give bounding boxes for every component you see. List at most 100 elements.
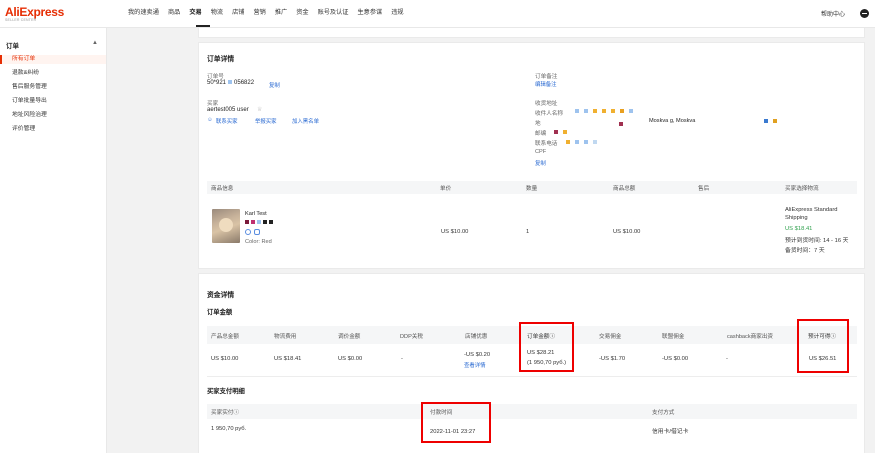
sidebar-item-refunds[interactable]: 退款&纠纷 xyxy=(0,69,106,78)
sidebar-item-address-risk[interactable]: 地址风险治理 xyxy=(0,111,106,120)
funds-divider xyxy=(207,376,857,377)
recipient-label: 收件人名称 xyxy=(535,111,563,117)
product-table-header: 商品信息 单价 数量 商品总额 售后 买家选择物流 xyxy=(207,181,857,194)
product-sku-redacted xyxy=(245,220,278,226)
th-buyer-paid: 买家实付ⓘ xyxy=(211,410,239,416)
report-buyer-link[interactable]: 举报买家 xyxy=(255,117,277,125)
remark-label: 订单备注 xyxy=(535,74,558,80)
funds-ddp-tax: - xyxy=(401,356,403,362)
main-content: 订单详情 订单号 50*921 056822 复制 买家 aertest005 u… xyxy=(107,28,875,453)
highlight-estimated-income xyxy=(797,319,849,373)
aliexpress-logo[interactable]: AliExpress SELLER CENTER xyxy=(5,6,64,22)
nav-store[interactable]: 店铺 xyxy=(232,9,244,17)
sidebar-item-aftersales[interactable]: 售后服务管理 xyxy=(0,83,106,92)
main-nav: 我的速卖通 商品 交易 物流 店铺 营销 推广 资金 账号及认证 生意参谋 违规 xyxy=(128,9,413,17)
cpf-label: CPF xyxy=(535,149,547,155)
chevron-up-icon[interactable]: ▲ xyxy=(92,40,98,46)
top-bar: AliExpress SELLER CENTER 我的速卖通 商品 交易 物流 … xyxy=(0,0,875,28)
nav-marketing[interactable]: 营销 xyxy=(253,9,265,17)
nav-logistics[interactable]: 物流 xyxy=(211,9,223,17)
nav-products[interactable]: 商品 xyxy=(168,9,180,17)
order-detail-card: 订单详情 订单号 50*921 056822 复制 买家 aertest005 u… xyxy=(198,42,865,269)
th-shipping-fee: 物流费用 xyxy=(274,334,297,340)
nav-violations[interactable]: 违规 xyxy=(391,9,403,17)
zip-label: 邮编 xyxy=(535,131,547,137)
contact-buyer-link[interactable]: 联系买家 xyxy=(216,117,238,125)
sidebar: 订单 ▲ 所有订单 退款&纠纷 售后服务管理 订单批量导出 地址风险治理 评价管… xyxy=(0,28,107,453)
product-total: US $10.00 xyxy=(613,229,641,235)
highlight-payment-time xyxy=(421,402,491,443)
th-product-amount: 产品总金额 xyxy=(211,334,239,340)
th-aftersales: 售后 xyxy=(698,186,710,192)
sidebar-item-reviews[interactable]: 评价管理 xyxy=(0,125,106,134)
order-detail-title: 订单详情 xyxy=(207,56,235,63)
nav-promotion[interactable]: 推广 xyxy=(275,9,287,17)
th-store-discount: 店铺优惠 xyxy=(465,334,488,340)
th-transaction-fee: 交易佣金 xyxy=(599,334,622,340)
funds-affiliate-fee: -US $0.00 xyxy=(662,356,689,362)
th-quantity: 数量 xyxy=(526,186,538,192)
blacklist-buyer-link[interactable]: 加入黑名单 xyxy=(292,117,319,125)
order-no-label: 订单号 xyxy=(207,74,224,80)
sidebar-title[interactable]: 订单 xyxy=(6,40,19,50)
nav-account[interactable]: 账号及认证 xyxy=(318,9,349,17)
nav-business-advisor[interactable]: 生意参谋 xyxy=(358,9,383,17)
th-product-info: 商品信息 xyxy=(211,186,234,192)
nav-trade[interactable]: 交易 xyxy=(189,9,201,17)
product-quantity: 1 xyxy=(526,229,530,235)
funds-store-discount: -US $0.20 xyxy=(464,352,491,358)
th-shipping: 买家选择物流 xyxy=(785,186,819,192)
funds-product-amount: US $10.00 xyxy=(211,356,239,362)
nav-active-indicator xyxy=(196,25,210,27)
street-redacted xyxy=(619,122,628,128)
product-thumbnail[interactable] xyxy=(212,209,240,243)
check-circle-icon xyxy=(245,229,251,235)
funds-price-adjust: US $0.00 xyxy=(338,356,363,362)
ship-by-time: 备货时间：7 天 xyxy=(785,248,825,254)
image-icon xyxy=(254,229,260,235)
payment-table-header: 买家实付ⓘ 付款时间 支付方式 xyxy=(207,404,857,419)
sidebar-item-export[interactable]: 订单批量导出 xyxy=(0,97,106,106)
product-unit-price: US $10.00 xyxy=(441,229,469,235)
city-redacted xyxy=(764,119,782,125)
help-center-link[interactable]: 帮助中心 xyxy=(821,9,845,18)
order-amount-subtitle: 订单金额 xyxy=(207,309,233,316)
buyer-name: aertest005 user xyxy=(207,107,249,113)
funds-cashback: - xyxy=(726,356,728,362)
crown-icon: ♕ xyxy=(257,107,263,113)
buyer-label: 买家 xyxy=(207,101,219,107)
user-avatar-icon[interactable] xyxy=(860,9,869,18)
payment-detail-title: 买家支付明细 xyxy=(207,388,245,395)
th-total: 商品总额 xyxy=(613,186,636,192)
th-price-adjust: 调价金额 xyxy=(338,334,361,340)
copy-order-no-link[interactable]: 复制 xyxy=(269,81,280,89)
phone-label: 联系电话 xyxy=(535,141,558,147)
funds-transaction-fee: -US $1.70 xyxy=(599,356,626,362)
help-circle-icon: ⓘ xyxy=(233,410,239,416)
shipping-eta: 预计到货时间: 14 - 16 天 xyxy=(785,238,849,244)
payment-buyer-paid: 1 950,70 руб. xyxy=(211,426,247,432)
th-ddp-tax: DDP关税 xyxy=(400,334,423,340)
address-label: 收货地址 xyxy=(535,101,558,107)
sidebar-item-all-orders[interactable]: 所有订单 xyxy=(0,55,106,64)
address-city: Moskva g, Moskva xyxy=(649,118,696,124)
shipping-method: AliExpress Standard Shipping xyxy=(785,207,838,221)
shipping-fee: US $18.41 xyxy=(785,226,813,232)
payment-method: 信用卡/借记卡 xyxy=(652,429,689,435)
phone-redacted xyxy=(566,140,602,146)
funds-shipping-fee: US $18.41 xyxy=(274,356,302,362)
view-discount-detail-link[interactable]: 查看详情 xyxy=(464,361,486,369)
nav-funds[interactable]: 资金 xyxy=(296,9,308,17)
recipient-redacted xyxy=(575,109,638,115)
th-payment-method: 支付方式 xyxy=(652,410,675,416)
th-unit-price: 单价 xyxy=(440,186,452,192)
copy-address-link[interactable]: 复制 xyxy=(535,159,546,167)
contact-buyer-icon: ☺ xyxy=(207,117,213,123)
th-affiliate-fee: 联盟佣金 xyxy=(662,334,685,340)
product-name[interactable]: Karl Test xyxy=(245,211,267,217)
highlight-order-amount xyxy=(519,322,574,372)
funds-title: 资金详情 xyxy=(207,292,235,299)
order-no-value: 50*921 056822 xyxy=(207,80,255,86)
nav-my-aliexpress[interactable]: 我的速卖通 xyxy=(128,9,159,17)
edit-remark-link[interactable]: 编辑备注 xyxy=(535,80,557,88)
